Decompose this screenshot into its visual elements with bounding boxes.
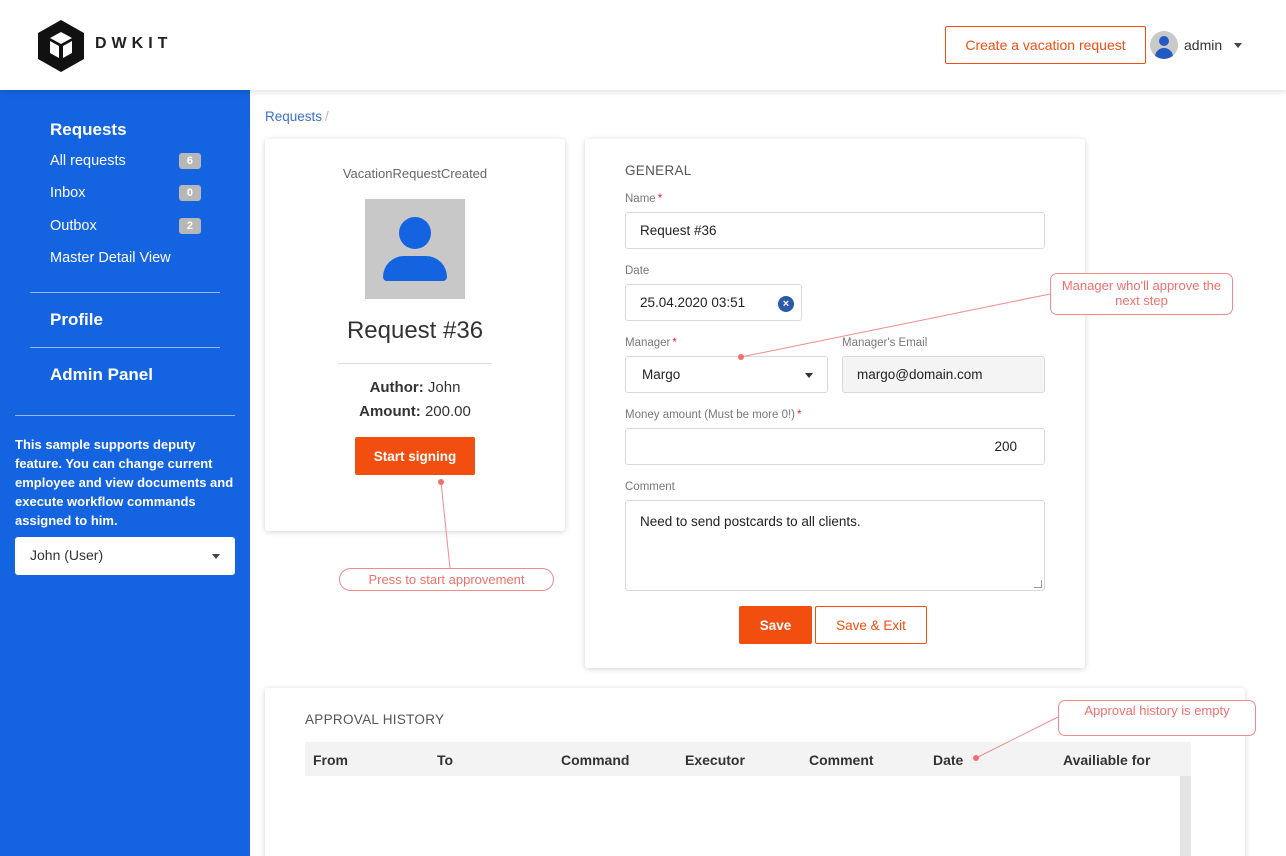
author-value: John xyxy=(427,379,461,396)
breadcrumb-separator: / xyxy=(325,109,329,124)
amount-label: Amount: xyxy=(359,403,421,420)
sidebar-divider xyxy=(30,292,220,293)
user-name: admin xyxy=(1184,37,1223,53)
annotation-start-signing: Press to start approvement xyxy=(339,568,554,591)
history-scrollbar-corner xyxy=(1180,742,1191,776)
author-line: Author: John xyxy=(265,379,565,396)
column-header-from[interactable]: From xyxy=(313,752,348,768)
column-header-command[interactable]: Command xyxy=(561,752,629,768)
manager-email-label: Manager's Email xyxy=(842,337,928,349)
column-header-date[interactable]: Date xyxy=(933,752,963,768)
column-header-available-for[interactable]: Availiable for xyxy=(1063,752,1150,768)
name-label: Name * xyxy=(625,193,662,205)
manager-email-field: margo@domain.com xyxy=(842,356,1045,393)
comment-value: Need to send postcards to all clients. xyxy=(640,514,861,529)
breadcrumb: Requests / xyxy=(265,109,329,124)
clear-date-icon[interactable]: × xyxy=(778,296,794,312)
create-vacation-request-button[interactable]: Create a vacation request xyxy=(945,26,1146,64)
annotation-approval-history: Approval history is empty xyxy=(1058,700,1256,736)
user-avatar-icon xyxy=(1150,31,1178,59)
employee-photo-icon xyxy=(365,199,465,299)
card-divider xyxy=(338,363,492,364)
sidebar-divider xyxy=(30,347,220,348)
manager-label-text: Manager xyxy=(625,337,671,349)
sidebar-item-label: Inbox xyxy=(50,185,86,201)
request-summary-card: VacationRequestCreated Request #36 Autho… xyxy=(265,139,565,531)
sidebar-item-outbox[interactable]: Outbox 2 xyxy=(50,218,201,234)
sidebar-item-admin-panel[interactable]: Admin Panel xyxy=(50,365,153,385)
money-amount-label-text: Money amount (Must be more 0!) xyxy=(625,409,796,421)
required-mark: * xyxy=(797,409,802,421)
brand-name: DWKIT xyxy=(95,35,173,52)
section-title: GENERAL xyxy=(625,163,692,178)
section-title: APPROVAL HISTORY xyxy=(305,712,445,727)
sidebar-heading-requests[interactable]: Requests xyxy=(50,120,127,140)
top-header: DWKIT Create a vacation request admin xyxy=(0,0,1286,90)
amount-value: 200.00 xyxy=(424,403,471,420)
annotation-manager: Manager who'll approve the next step xyxy=(1050,273,1233,315)
name-label-text: Name xyxy=(625,193,656,205)
count-badge: 6 xyxy=(178,153,201,169)
name-input[interactable]: Request #36 xyxy=(625,212,1045,249)
sidebar-divider xyxy=(15,415,235,416)
column-header-executor[interactable]: Executor xyxy=(685,752,745,768)
workflow-state: VacationRequestCreated xyxy=(342,166,488,181)
author-label: Author: xyxy=(369,379,424,396)
resize-handle-icon[interactable] xyxy=(1034,580,1042,588)
sidebar-item-label: Master Detail View xyxy=(50,250,171,266)
required-mark: * xyxy=(657,193,663,205)
manager-select-value: Margo xyxy=(642,367,681,382)
date-label: Date xyxy=(625,265,650,277)
deputy-feature-note: This sample supports deputy feature. You… xyxy=(15,437,234,528)
comment-label: Comment xyxy=(625,481,675,493)
save-button[interactable]: Save xyxy=(739,606,812,644)
sidebar-item-inbox[interactable]: Inbox 0 xyxy=(50,185,201,201)
sidebar-item-label: All requests xyxy=(50,153,126,169)
sidebar: Requests All requests 6 Inbox 0 Outbox 2… xyxy=(0,90,250,856)
employee-select[interactable]: John (User) xyxy=(15,537,235,575)
general-form-card: GENERAL Name * Request #36 Date 25.04.202… xyxy=(585,139,1085,668)
chevron-down-icon xyxy=(805,373,813,378)
chevron-down-icon xyxy=(212,554,220,559)
chevron-down-icon xyxy=(1234,42,1243,48)
comment-textarea[interactable]: Need to send postcards to all clients. xyxy=(625,500,1045,591)
column-header-comment[interactable]: Comment xyxy=(809,752,874,768)
count-badge: 0 xyxy=(178,185,201,201)
start-signing-button[interactable]: Start signing xyxy=(355,437,475,475)
count-badge: 2 xyxy=(178,218,201,234)
amount-line: Amount: 200.00 xyxy=(265,403,565,420)
logo-cube-icon[interactable] xyxy=(38,20,84,72)
money-amount-input[interactable]: 200 xyxy=(625,428,1045,465)
sidebar-item-profile[interactable]: Profile xyxy=(50,310,103,330)
breadcrumb-requests-link[interactable]: Requests xyxy=(265,109,322,124)
user-menu[interactable]: admin xyxy=(1150,31,1243,59)
sidebar-item-label: Outbox xyxy=(50,218,97,234)
manager-label: Manager * xyxy=(625,337,677,349)
column-header-to[interactable]: To xyxy=(437,752,453,768)
save-and-exit-button[interactable]: Save & Exit xyxy=(815,606,927,644)
date-value: 25.04.2020 03:51 xyxy=(640,295,746,310)
money-amount-label: Money amount (Must be more 0!) * xyxy=(625,409,802,421)
date-input[interactable]: 25.04.2020 03:51 × xyxy=(625,284,802,321)
required-mark: * xyxy=(672,337,677,349)
sidebar-item-all-requests[interactable]: All requests 6 xyxy=(50,153,201,169)
request-title: Request #36 xyxy=(346,317,484,344)
employee-select-value: John (User) xyxy=(30,547,104,563)
sidebar-item-master-detail-view[interactable]: Master Detail View xyxy=(50,250,201,266)
manager-select[interactable]: Margo xyxy=(625,356,828,393)
history-table-header: From To Command Executor Comment Date Av… xyxy=(305,742,1180,776)
